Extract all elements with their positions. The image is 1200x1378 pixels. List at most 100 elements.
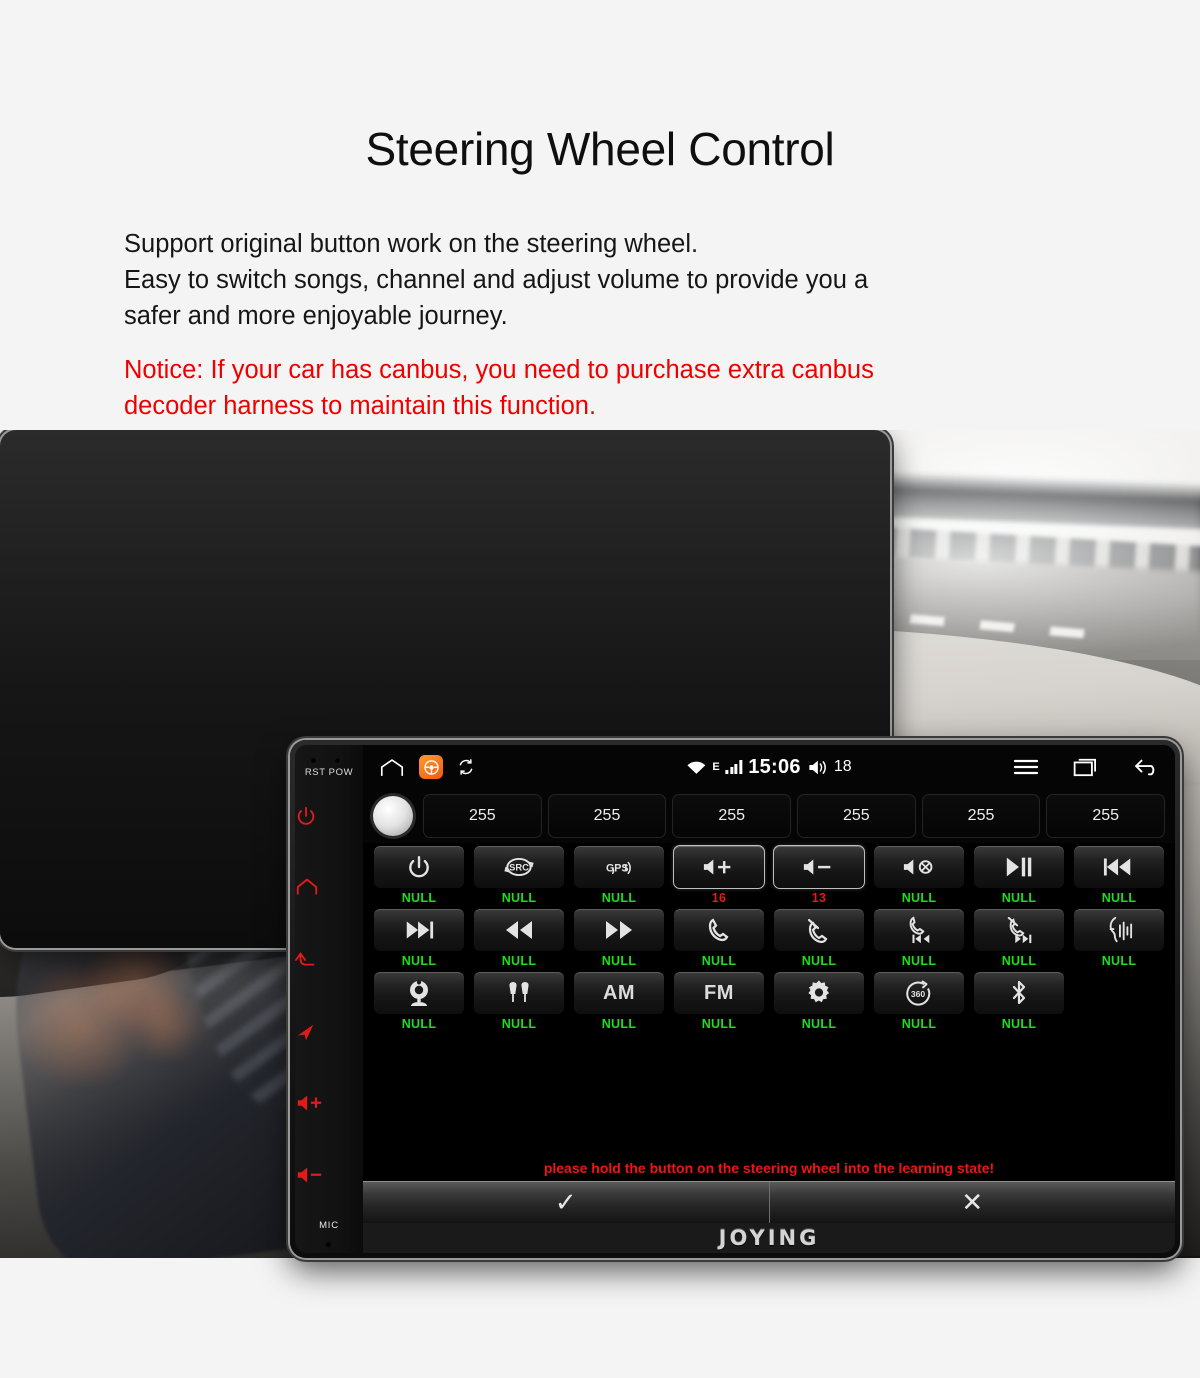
- key-cell: NULL: [373, 845, 465, 905]
- fast-forward-icon[interactable]: [573, 908, 665, 952]
- hardkey-home-icon[interactable]: [295, 877, 363, 897]
- key-cell: 13: [773, 845, 865, 905]
- settings-gear-icon[interactable]: [773, 971, 865, 1015]
- key-cell: NULL: [773, 908, 865, 968]
- confirm-button[interactable]: ✓: [363, 1182, 769, 1223]
- key-cell: NULL: [773, 971, 865, 1031]
- key-cell: NULL: [1073, 845, 1165, 905]
- bluetooth-icon[interactable]: [973, 971, 1065, 1015]
- key-label: NULL: [701, 954, 737, 968]
- mic-label: MIC: [319, 1220, 339, 1231]
- head-unit-inner: RST POW MIC E 15:06 18 255 255 255 255 2…: [295, 745, 1175, 1253]
- value-row: 255 255 255 255 255 255: [363, 789, 1175, 843]
- value-box[interactable]: 255: [921, 794, 1041, 838]
- call-answer-icon[interactable]: [673, 908, 765, 952]
- hardkey-volume-up-icon[interactable]: [295, 1093, 363, 1113]
- key-cell: NULL: [873, 908, 965, 968]
- mute-icon[interactable]: [873, 845, 965, 889]
- lens-flare: [130, 990, 200, 1056]
- status-bar-left: [363, 755, 475, 779]
- key-label: NULL: [901, 1017, 937, 1031]
- wifi-icon: [686, 759, 706, 775]
- value-box[interactable]: 255: [797, 794, 916, 838]
- volume-down-icon[interactable]: [773, 845, 865, 889]
- notice-text: Notice: If your car has canbus, you need…: [124, 352, 1084, 424]
- previous-track-icon[interactable]: [1073, 845, 1165, 889]
- key-label: NULL: [901, 891, 937, 905]
- key-cell: 360 NULL: [873, 971, 965, 1031]
- key-label: NULL: [501, 891, 537, 905]
- recent-apps-icon[interactable]: [1073, 757, 1099, 777]
- key-cell: NULL: [673, 908, 765, 968]
- volume-icon: [807, 759, 828, 776]
- key-cell-empty: .: [1073, 971, 1165, 1031]
- description-line-3: safer and more enjoyable journey.: [124, 302, 508, 330]
- fm-band-icon[interactable]: FM: [673, 971, 765, 1015]
- call-next-icon[interactable]: [973, 908, 1065, 952]
- key-label: NULL: [501, 1017, 537, 1031]
- description-line-2: Easy to switch songs, channel and adjust…: [124, 266, 869, 294]
- hamburger-menu-icon[interactable]: [1013, 758, 1039, 776]
- key-cell: NULL: [973, 908, 1065, 968]
- status-bar-right: [1013, 757, 1161, 777]
- key-row-1: NULL SRC NULL GPS NULL 16 13 NULL NULL N…: [373, 845, 1165, 905]
- touchscreen[interactable]: E 15:06 18 255 255 255 255 255 255 NULL …: [363, 745, 1175, 1253]
- action-bar: ✓ ✕: [363, 1181, 1175, 1223]
- gps-icon[interactable]: GPS: [573, 845, 665, 889]
- description-text: Support original button work on the stee…: [124, 226, 1084, 334]
- key-cell: AM NULL: [573, 971, 665, 1031]
- next-track-icon[interactable]: [373, 908, 465, 952]
- volume-value-label: 18: [833, 758, 852, 775]
- microphone-hole: [325, 1241, 332, 1248]
- 360-view-icon[interactable]: 360: [873, 971, 965, 1015]
- rotate-sync-icon[interactable]: [457, 758, 475, 776]
- key-cell: SRC NULL: [473, 845, 565, 905]
- volume-up-icon[interactable]: [673, 845, 765, 889]
- status-bar: E 15:06 18: [363, 745, 1175, 789]
- value-box[interactable]: 255: [547, 794, 667, 838]
- fm-band-label: FM: [704, 981, 734, 1004]
- swc-key-grid: NULL SRC NULL GPS NULL 16 13 NULL NULL N…: [363, 845, 1175, 1034]
- src-icon[interactable]: SRC: [473, 845, 565, 889]
- key-label: 16: [711, 891, 727, 905]
- call-previous-icon[interactable]: [873, 908, 965, 952]
- call-reject-icon[interactable]: [773, 908, 865, 952]
- hardkey-volume-down-icon[interactable]: [295, 1165, 363, 1185]
- play-pause-icon[interactable]: [973, 845, 1065, 889]
- value-box[interactable]: 255: [423, 794, 542, 838]
- hardkey-navigation-icon[interactable]: [295, 1021, 363, 1043]
- svg-text:360: 360: [911, 989, 926, 999]
- value-box[interactable]: 255: [1046, 794, 1166, 838]
- key-label: NULL: [1001, 891, 1037, 905]
- key-cell: NULL: [573, 908, 665, 968]
- back-arrow-icon[interactable]: [1133, 757, 1161, 777]
- indicator-knob[interactable]: [373, 796, 413, 836]
- steering-wheel-icon[interactable]: [419, 755, 443, 779]
- am-band-icon[interactable]: AM: [573, 971, 665, 1015]
- home-icon[interactable]: [379, 758, 405, 777]
- description-line-1: Support original button work on the stee…: [124, 230, 699, 258]
- key-cell: NULL: [1073, 908, 1165, 968]
- key-cell: NULL: [373, 971, 465, 1031]
- clock-label: 15:06: [748, 755, 801, 778]
- power-icon[interactable]: [373, 845, 465, 889]
- brand-bar: JOYING: [363, 1223, 1175, 1253]
- value-box[interactable]: 255: [672, 794, 792, 838]
- aux-rca-icon[interactable]: [473, 971, 565, 1015]
- key-cell: GPS NULL: [573, 845, 665, 905]
- rewind-icon[interactable]: [473, 908, 565, 952]
- notice-line-1: Notice: If your car has canbus, you need…: [124, 356, 874, 384]
- hardkey-back-icon[interactable]: [295, 949, 363, 971]
- rst-pow-label: RST POW: [304, 767, 354, 778]
- key-label: NULL: [501, 954, 537, 968]
- hardkey-power-icon[interactable]: [295, 805, 363, 827]
- key-label: NULL: [1001, 954, 1037, 968]
- cancel-button[interactable]: ✕: [768, 1182, 1175, 1223]
- svg-text:GPS: GPS: [606, 862, 629, 874]
- voice-command-icon[interactable]: [1073, 908, 1165, 952]
- camera-icon[interactable]: [373, 971, 465, 1015]
- key-row-3: NULL NULL AM NULL FM NULL NULL 360 NULL …: [373, 971, 1165, 1031]
- key-cell: NULL: [373, 908, 465, 968]
- key-label: 13: [811, 891, 827, 905]
- brand-logo: JOYING: [718, 1226, 820, 1250]
